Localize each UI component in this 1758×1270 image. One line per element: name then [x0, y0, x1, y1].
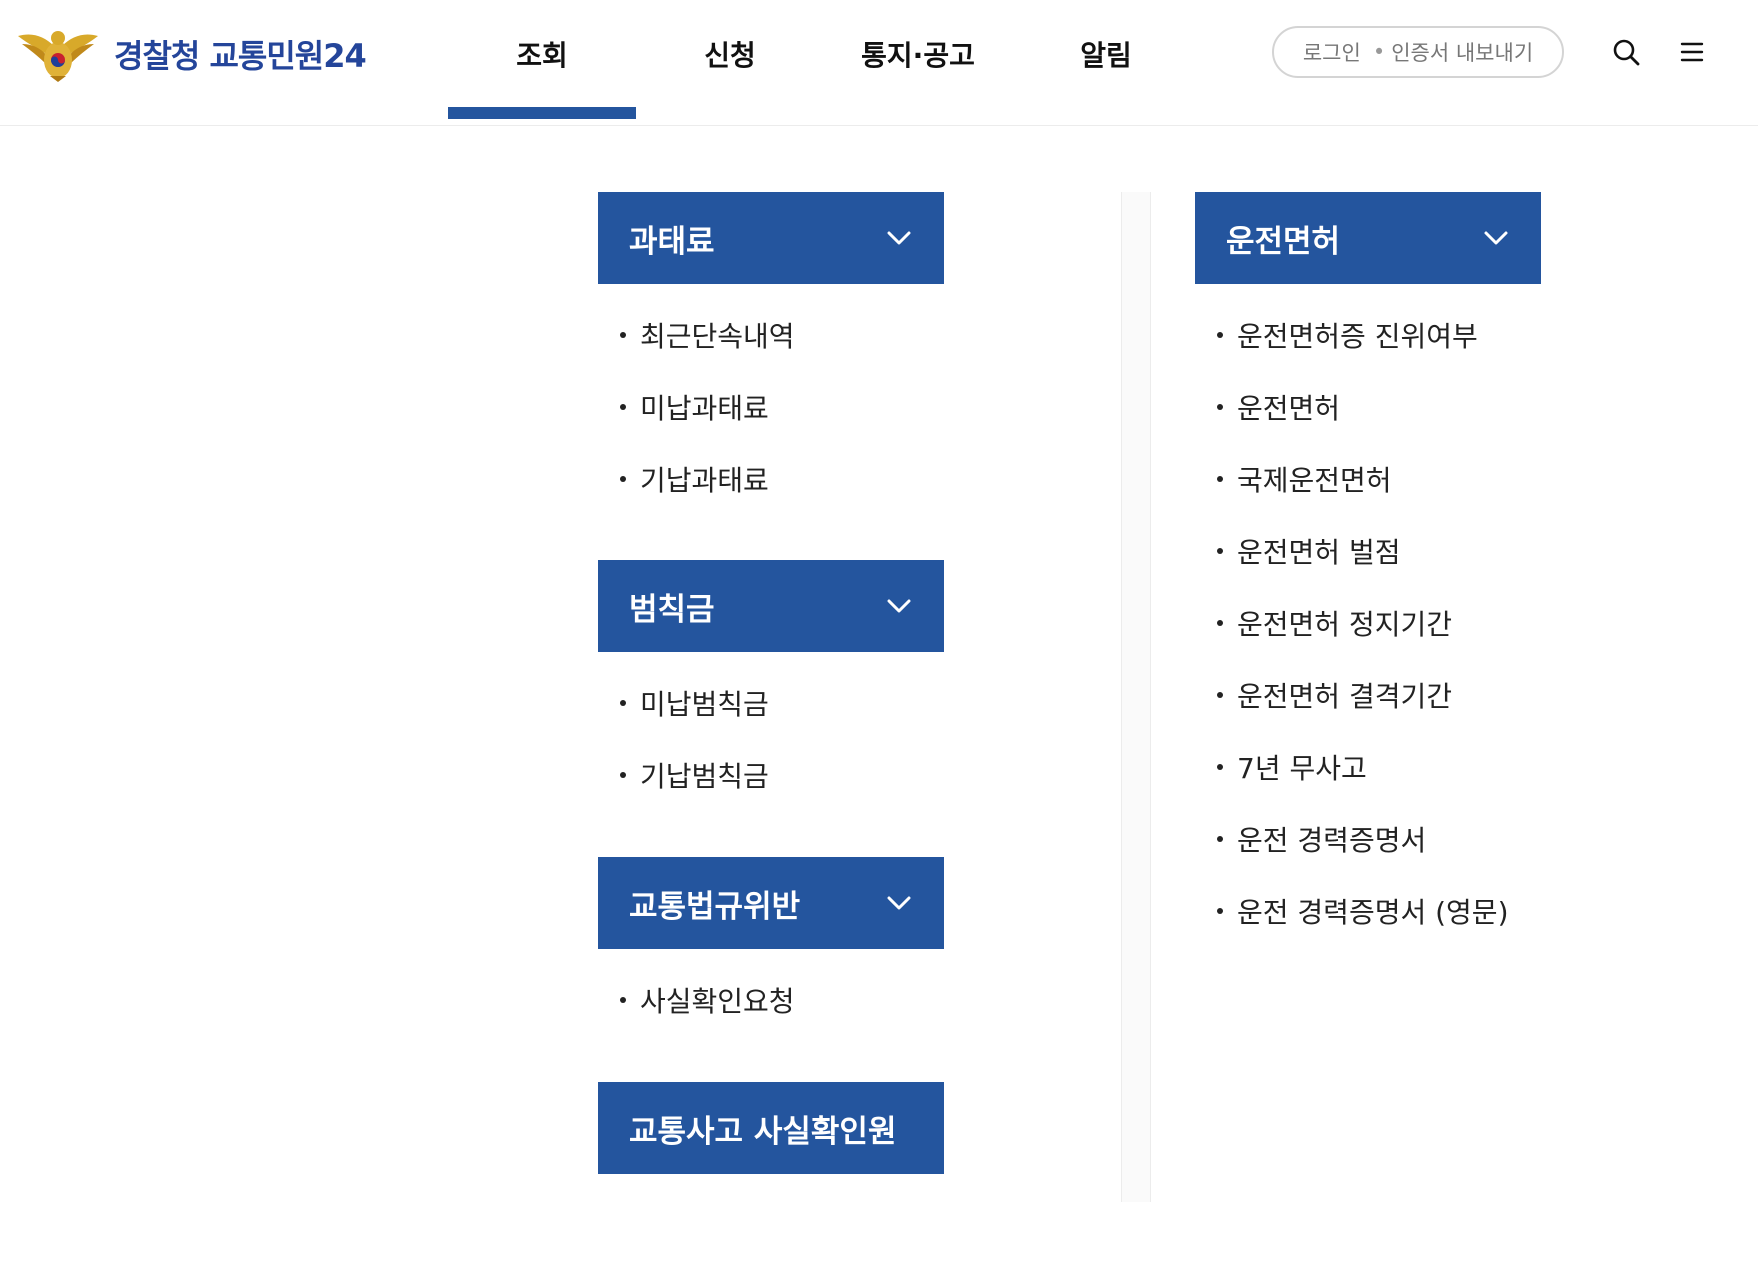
- nav-item-inquiry[interactable]: 조회: [448, 0, 636, 126]
- separator-dot: •: [1372, 40, 1386, 64]
- category-fine[interactable]: 과태료: [598, 192, 944, 284]
- license-sub-list: 운전면허증 진위여부 운전면허 국제운전면허 운전면허 벌점 운전면허 정지기간…: [1195, 299, 1509, 947]
- search-icon: [1613, 39, 1640, 66]
- list-item-label: 운전면허 결격기간: [1237, 680, 1452, 713]
- category-fine-label: 과태료: [629, 223, 715, 260]
- list-item-label: 7년 무사고: [1237, 752, 1367, 785]
- list-item[interactable]: 운전면허 벌점: [1195, 515, 1509, 587]
- list-item-label: 미납과태료: [640, 392, 769, 425]
- bullet: [620, 332, 626, 338]
- bullet: [1217, 836, 1223, 842]
- nav-item-alert[interactable]: 알림: [1012, 0, 1200, 126]
- list-item-label: 운전면허 정지기간: [1237, 608, 1452, 641]
- category-traffic-violation-label: 교통법규위반: [629, 888, 801, 925]
- list-item-label: 최근단속내역: [640, 320, 795, 353]
- list-item-label: 운전면허 벌점: [1237, 536, 1401, 569]
- column-divider: [1121, 192, 1151, 1202]
- violation-sub-list: 사실확인요청: [598, 964, 795, 1036]
- list-item-label: 운전면허증 진위여부: [1237, 320, 1478, 353]
- list-item[interactable]: 최근단속내역: [598, 299, 795, 371]
- chevron-down-icon: [887, 231, 911, 245]
- bullet: [620, 476, 626, 482]
- list-item[interactable]: 운전면허 결격기간: [1195, 659, 1509, 731]
- list-item[interactable]: 7년 무사고: [1195, 731, 1509, 803]
- login-link[interactable]: 로그인: [1303, 37, 1361, 67]
- category-drivers-license-label: 운전면허: [1226, 223, 1341, 260]
- search-button[interactable]: [1608, 34, 1644, 70]
- list-item[interactable]: 미납과태료: [598, 371, 795, 443]
- site-title: 경찰청 교통민원24: [114, 37, 367, 75]
- bullet: [620, 700, 626, 706]
- list-item[interactable]: 운전면허증 진위여부: [1195, 299, 1509, 371]
- list-item[interactable]: 운전면허: [1195, 371, 1509, 443]
- bullet: [1217, 764, 1223, 770]
- menu-button[interactable]: [1674, 34, 1710, 70]
- list-item-label: 기납과태료: [640, 464, 769, 497]
- list-item[interactable]: 사실확인요청: [598, 964, 795, 1036]
- nav-item-apply[interactable]: 신청: [636, 0, 824, 126]
- list-item[interactable]: 미납범칙금: [598, 667, 769, 739]
- chevron-down-icon: [887, 896, 911, 910]
- list-item[interactable]: 기납과태료: [598, 443, 795, 515]
- hamburger-menu-icon: [1680, 42, 1704, 62]
- list-item[interactable]: 국제운전면허: [1195, 443, 1509, 515]
- category-accident-certificate[interactable]: 교통사고 사실확인원: [598, 1082, 944, 1174]
- list-item[interactable]: 운전면허 정지기간: [1195, 587, 1509, 659]
- bullet: [1217, 692, 1223, 698]
- bullet: [1217, 476, 1223, 482]
- list-item-label: 사실확인요청: [640, 985, 795, 1018]
- list-item-label: 운전 경력증명서: [1237, 824, 1427, 857]
- bullet: [620, 997, 626, 1003]
- list-item-label: 미납범칙금: [640, 688, 769, 721]
- penalty-sub-list: 미납범칙금 기납범칙금: [598, 667, 769, 811]
- fine-sub-list: 최근단속내역 미납과태료 기납과태료: [598, 299, 795, 515]
- cert-export-link[interactable]: 인증서 내보내기: [1391, 37, 1533, 67]
- bullet: [1217, 908, 1223, 914]
- category-penalty[interactable]: 범칙금: [598, 560, 944, 652]
- list-item-label: 운전면허: [1237, 392, 1341, 425]
- police-emblem-icon: [18, 31, 98, 82]
- bullet: [1217, 332, 1223, 338]
- nav-item-notice[interactable]: 통지·공고: [824, 0, 1012, 126]
- list-item-label: 운전 경력증명서 (영문): [1237, 896, 1509, 929]
- chevron-down-icon: [887, 599, 911, 613]
- category-drivers-license[interactable]: 운전면허: [1195, 192, 1541, 284]
- bullet: [1217, 404, 1223, 410]
- bullet: [620, 772, 626, 778]
- bullet: [620, 404, 626, 410]
- bullet: [1217, 548, 1223, 554]
- list-item[interactable]: 기납범칙금: [598, 739, 769, 811]
- category-accident-certificate-label: 교통사고 사실확인원: [629, 1113, 897, 1150]
- bullet: [1217, 620, 1223, 626]
- category-penalty-label: 범칙금: [629, 591, 715, 628]
- category-traffic-violation[interactable]: 교통법규위반: [598, 857, 944, 949]
- chevron-down-icon: [1484, 231, 1508, 245]
- site-header: 경찰청 교통민원24 조회 신청 통지·공고 알림 로그인 • 인증서 내보내기: [0, 0, 1758, 126]
- main-nav: 조회 신청 통지·공고 알림: [448, 0, 1200, 126]
- site-logo[interactable]: 경찰청 교통민원24: [14, 26, 367, 82]
- login-cert-pill: 로그인 • 인증서 내보내기: [1272, 26, 1564, 78]
- list-item-label: 국제운전면허: [1237, 464, 1392, 497]
- list-item[interactable]: 운전 경력증명서: [1195, 803, 1509, 875]
- list-item[interactable]: 운전 경력증명서 (영문): [1195, 875, 1509, 947]
- list-item-label: 기납범칙금: [640, 760, 769, 793]
